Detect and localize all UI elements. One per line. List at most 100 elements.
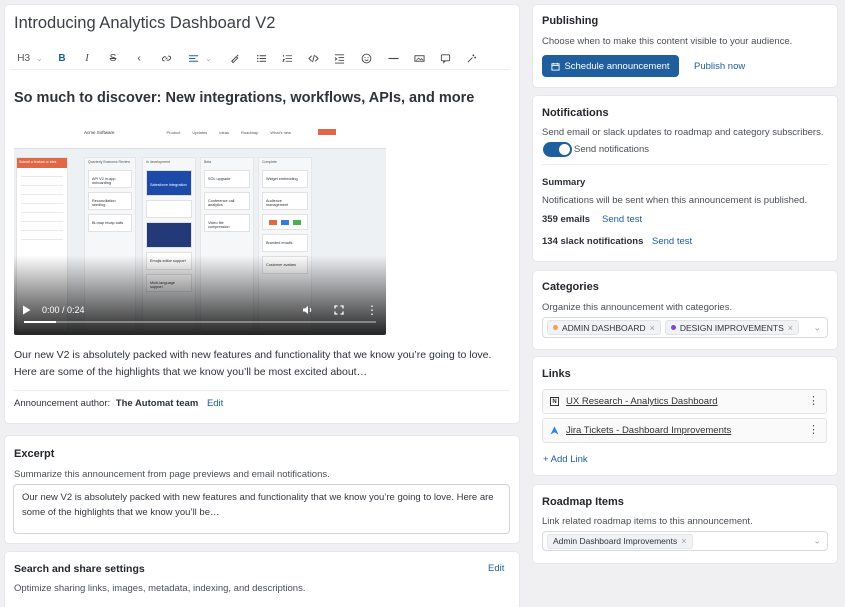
notion-icon: N bbox=[550, 397, 559, 406]
roadmap-title: Roadmap Items bbox=[542, 496, 624, 508]
video-card: Salesforce integration bbox=[146, 170, 192, 196]
video-card-envelopes bbox=[262, 214, 308, 230]
schedule-announcement-button[interactable]: Schedule announcement bbox=[542, 55, 679, 77]
video-card: Reconciliation seeding bbox=[88, 192, 132, 210]
excerpt-description: Summarize this announcement from page pr… bbox=[14, 469, 330, 480]
video-card-text: Branded emails bbox=[266, 241, 293, 245]
gallery-icon[interactable] bbox=[406, 49, 432, 69]
remove-chip-icon[interactable]: × bbox=[681, 536, 686, 546]
categories-select[interactable]: ADMIN DASHBOARD × DESIGN IMPROVEMENTS × … bbox=[542, 317, 828, 338]
volume-icon[interactable] bbox=[302, 305, 314, 315]
code-icon[interactable] bbox=[300, 49, 326, 69]
publish-now-link[interactable]: Publish now bbox=[694, 61, 745, 72]
link-row[interactable]: N UX Research - Analytics Dashboard ⋮ bbox=[542, 389, 827, 414]
video-nav-item: Roadmap bbox=[241, 129, 259, 135]
bullet-list-icon[interactable] bbox=[248, 49, 274, 69]
slack-count: 134 slack notifications bbox=[542, 236, 644, 247]
video-player[interactable]: Acme Software Product Updates Ideas Road… bbox=[14, 125, 386, 335]
heading-select[interactable]: H3 ⌄ bbox=[10, 49, 50, 69]
calendar-icon bbox=[551, 62, 560, 71]
search-share-description: Optimize sharing links, images, metadata… bbox=[14, 583, 306, 594]
roadmap-select[interactable]: Admin Dashboard Improvements × ⌄ bbox=[542, 531, 828, 551]
announcement-title[interactable]: Introducing Analytics Dashboard V2 bbox=[14, 14, 275, 33]
video-card-text: Reconciliation seeding bbox=[92, 199, 116, 207]
comment-icon[interactable] bbox=[432, 49, 458, 69]
video-side-title-text: Submit a feature or idea bbox=[19, 160, 57, 164]
excerpt-title: Excerpt bbox=[14, 448, 55, 460]
send-notifications-toggle[interactable] bbox=[543, 142, 572, 157]
envelope-icon bbox=[293, 219, 301, 225]
emoji-icon[interactable] bbox=[352, 49, 380, 69]
author-name: The Automat team bbox=[115, 398, 199, 409]
link-title[interactable]: UX Research - Analytics Dashboard bbox=[566, 396, 718, 407]
roadmap-description: Link related roadmap items to this annou… bbox=[542, 516, 753, 527]
envelope-icon bbox=[269, 219, 277, 225]
more-options-icon[interactable]: ⋮ bbox=[366, 304, 378, 316]
publishing-description: Choose when to make this content visible… bbox=[542, 36, 793, 47]
send-test-slack-link[interactable]: Send test bbox=[652, 236, 692, 247]
remove-chip-icon[interactable]: × bbox=[650, 323, 655, 333]
video-card: Audience management bbox=[262, 192, 308, 210]
body-text[interactable]: Our new V2 is absolutely packed with new… bbox=[14, 347, 509, 381]
roadmap-chip-label: Admin Dashboard Improvements bbox=[553, 536, 678, 546]
excerpt-textarea[interactable]: Our new V2 is absolutely packed with new… bbox=[13, 484, 510, 534]
more-options-icon[interactable]: ⋮ bbox=[808, 396, 819, 407]
categories-title: Categories bbox=[542, 281, 599, 293]
fullscreen-icon[interactable] bbox=[334, 305, 346, 315]
author-edit-link[interactable]: Edit bbox=[207, 398, 223, 409]
envelope-icon bbox=[281, 219, 289, 225]
video-side-row bbox=[21, 185, 63, 186]
video-card-text: API V2 in-app onboarding bbox=[92, 177, 116, 185]
video-nav-item: Product bbox=[166, 129, 181, 135]
more-options-icon[interactable]: ⋮ bbox=[808, 425, 819, 436]
category-color-dot bbox=[670, 325, 676, 330]
video-side-row bbox=[21, 203, 63, 204]
publishing-title: Publishing bbox=[542, 15, 599, 27]
video-login-button bbox=[318, 129, 336, 135]
divider-icon[interactable] bbox=[380, 49, 406, 69]
video-card: API V2 in-app onboarding bbox=[88, 170, 132, 188]
video-col-title: Complete bbox=[262, 160, 277, 164]
remove-chip-icon[interactable]: × bbox=[788, 323, 793, 333]
video-card-text: Video file compression bbox=[208, 221, 230, 229]
video-screenshot-subnav bbox=[14, 139, 386, 149]
align-icon[interactable]: ⌄ bbox=[180, 49, 220, 69]
italic-icon[interactable]: I bbox=[74, 49, 100, 69]
link-icon[interactable] bbox=[152, 49, 180, 69]
jira-icon bbox=[550, 426, 559, 435]
video-brand: Acme Software bbox=[84, 129, 115, 135]
video-screenshot-header: Acme Software Product Updates Ideas Road… bbox=[14, 125, 386, 139]
bold-icon[interactable]: B bbox=[50, 49, 74, 69]
link-row[interactable]: Jira Tickets - Dashboard Improvements ⋮ bbox=[542, 418, 827, 443]
author-label: Announcement author: bbox=[14, 398, 111, 409]
send-test-emails-link[interactable]: Send test bbox=[602, 214, 642, 225]
link-title[interactable]: Jira Tickets - Dashboard Improvements bbox=[566, 425, 731, 436]
paint-icon[interactable] bbox=[220, 49, 248, 69]
chevron-down-icon[interactable]: ⌄ bbox=[813, 536, 821, 547]
categories-description: Organize this announcement with categori… bbox=[542, 302, 733, 313]
video-nav-item: Updates bbox=[192, 129, 208, 135]
magic-icon[interactable] bbox=[458, 49, 484, 69]
numbered-list-icon[interactable] bbox=[274, 49, 300, 69]
chevron-left-icon[interactable]: ‹ bbox=[126, 49, 152, 69]
category-chip-label: ADMIN DASHBOARD bbox=[562, 322, 646, 333]
strikethrough-icon[interactable]: S bbox=[100, 49, 126, 69]
video-col-title: Beta bbox=[204, 160, 212, 164]
category-chip: ADMIN DASHBOARD × bbox=[547, 320, 661, 335]
video-card-text: Bi-map recap calls bbox=[92, 221, 124, 225]
video-progress-bar[interactable] bbox=[24, 321, 376, 323]
add-link-button[interactable]: + Add Link bbox=[543, 454, 588, 465]
category-color-dot bbox=[553, 325, 558, 330]
author-row: Announcement author: The Automat team Ed… bbox=[14, 398, 223, 409]
content-heading[interactable]: So much to discover: New integrations, w… bbox=[14, 90, 474, 106]
video-controls-row: 0:00 / 0:24 ⋮ bbox=[22, 303, 378, 317]
video-nav-item: What's new bbox=[270, 129, 291, 135]
chevron-down-icon[interactable]: ⌄ bbox=[813, 322, 821, 333]
links-title: Links bbox=[542, 368, 571, 380]
search-share-edit-link[interactable]: Edit bbox=[488, 563, 504, 574]
indent-icon[interactable] bbox=[326, 49, 352, 69]
video-side-row bbox=[21, 239, 63, 240]
play-icon[interactable] bbox=[22, 304, 34, 316]
search-share-title: Search and share settings bbox=[14, 563, 145, 575]
video-card: Video file compression bbox=[204, 214, 250, 232]
